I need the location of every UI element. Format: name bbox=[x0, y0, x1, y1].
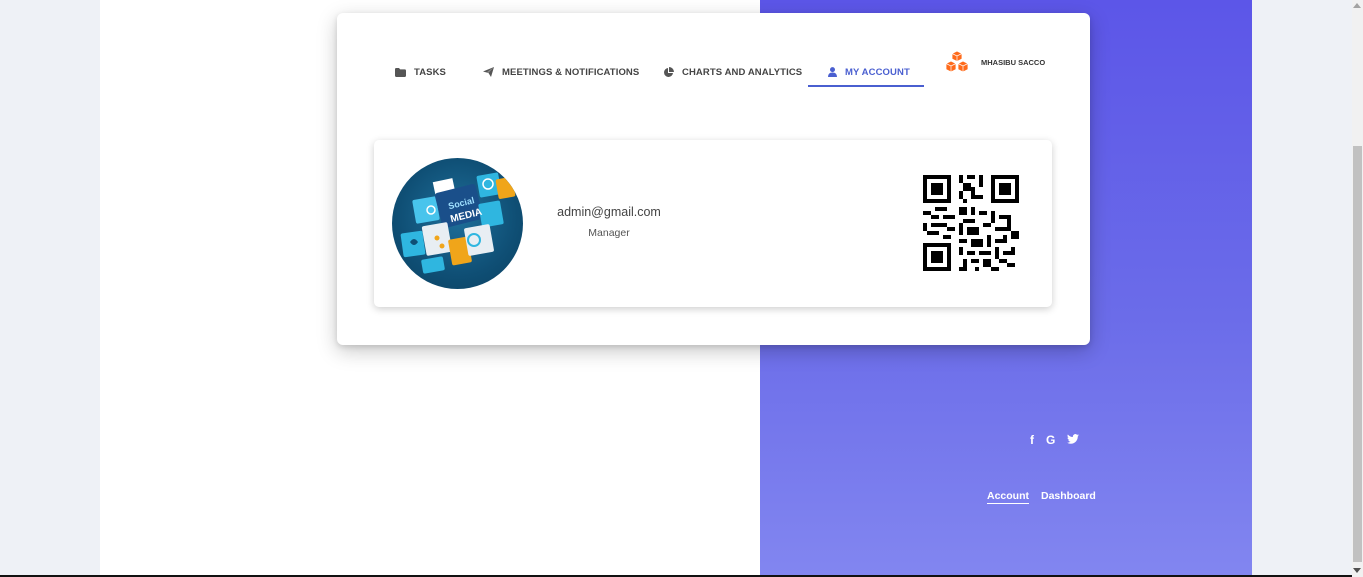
tab-label: MY ACCOUNT bbox=[845, 66, 910, 78]
tab-meetings-notifications[interactable]: MEETINGS & NOTIFICATIONS bbox=[483, 59, 639, 85]
tab-label: TASKS bbox=[414, 66, 446, 78]
social-media-image: Social MEDIA bbox=[400, 172, 516, 274]
tab-my-account[interactable]: MY ACCOUNT bbox=[828, 59, 910, 85]
tab-charts-analytics[interactable]: CHARTS AND ANALYTICS bbox=[663, 59, 802, 85]
cubes-logo-icon bbox=[945, 51, 969, 73]
user-role: Manager bbox=[588, 227, 630, 239]
qr-code bbox=[923, 175, 1019, 271]
account-card: TASKS MEETINGS & NOTIFICATIONS CHARTS AN… bbox=[337, 13, 1090, 345]
footer-link-account[interactable]: Account bbox=[987, 490, 1029, 504]
folder-icon bbox=[395, 67, 406, 77]
user-email: admin@gmail.com bbox=[557, 205, 661, 219]
scrollbar-thumb[interactable] bbox=[1353, 146, 1362, 562]
tab-label: CHARTS AND ANALYTICS bbox=[682, 66, 803, 78]
scroll-up-arrow-icon[interactable] bbox=[1353, 3, 1361, 8]
facebook-icon[interactable]: f bbox=[1030, 433, 1034, 447]
paper-plane-icon bbox=[483, 67, 494, 77]
brand-name: MHASIBU SACCO bbox=[981, 57, 1046, 67]
scroll-down-arrow-icon[interactable] bbox=[1353, 568, 1361, 573]
tab-label: MEETINGS & NOTIFICATIONS bbox=[502, 66, 640, 78]
user-icon bbox=[828, 67, 837, 77]
avatar: Social MEDIA bbox=[392, 158, 523, 289]
social-links: f G bbox=[1030, 433, 1080, 447]
twitter-icon[interactable] bbox=[1067, 433, 1080, 447]
brand[interactable]: MHASIBU SACCO bbox=[945, 51, 1045, 73]
pie-chart-icon bbox=[664, 66, 674, 77]
google-icon[interactable]: G bbox=[1046, 433, 1055, 447]
profile-card: Social MEDIA admin@gmail.com Manager bbox=[374, 140, 1052, 307]
footer-link-dashboard[interactable]: Dashboard bbox=[1041, 490, 1096, 504]
tab-bar: TASKS MEETINGS & NOTIFICATIONS CHARTS AN… bbox=[337, 13, 1090, 93]
footer-nav: Account Dashboard bbox=[987, 490, 1096, 504]
tab-tasks[interactable]: TASKS bbox=[395, 59, 446, 85]
active-tab-indicator bbox=[808, 85, 924, 87]
